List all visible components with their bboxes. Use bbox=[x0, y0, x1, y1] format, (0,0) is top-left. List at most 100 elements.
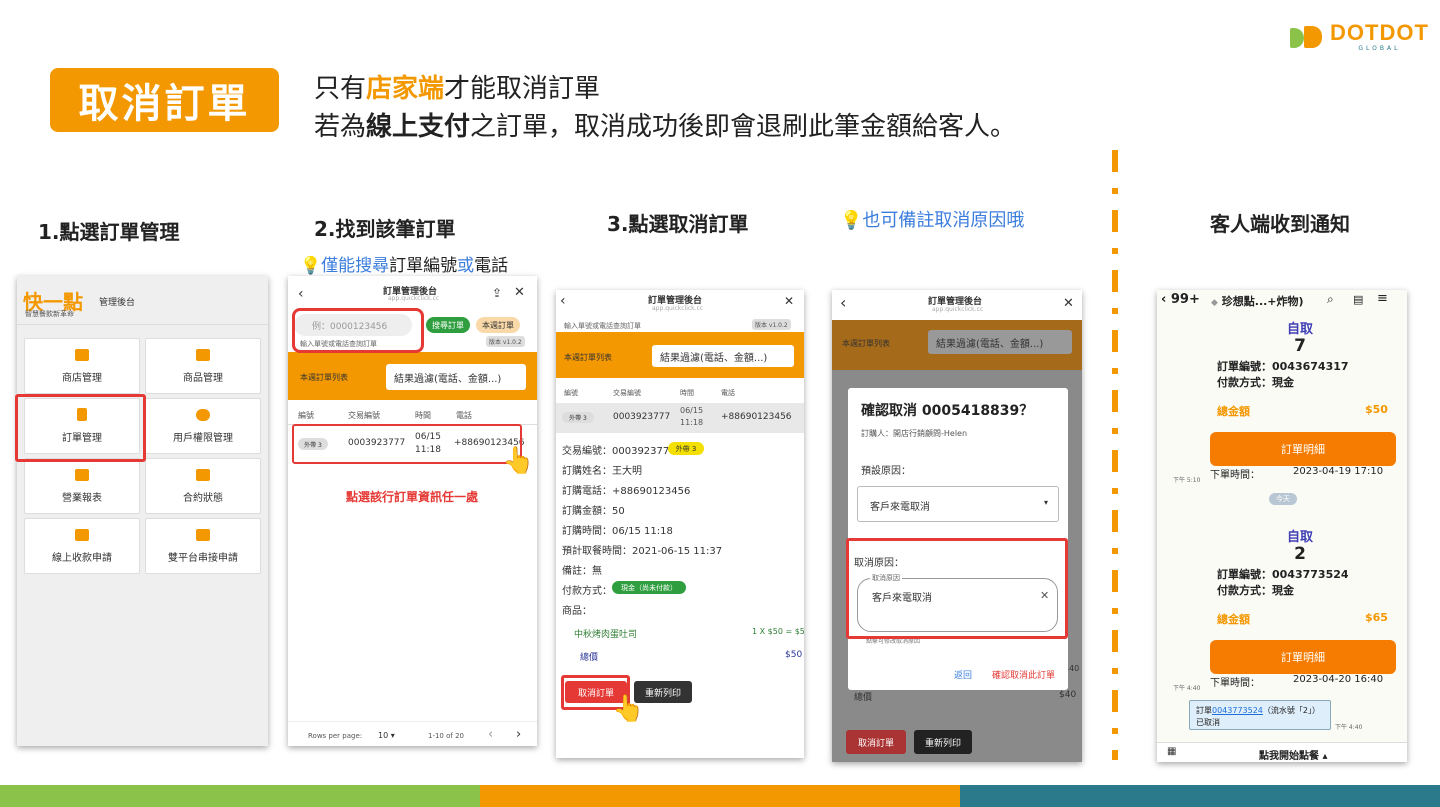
card1-time: 2023-04-19 17:10 bbox=[1293, 466, 1384, 477]
detail-pay-label: 付款方式： bbox=[562, 586, 612, 597]
keyboard-icon[interactable]: ▦ bbox=[1167, 746, 1176, 757]
tap-hand-icon: 👆 bbox=[612, 694, 645, 724]
panel-url: app.quickclick.cc bbox=[932, 306, 984, 313]
close-icon[interactable]: ✕ bbox=[1063, 296, 1074, 311]
detail-pickup: 預計取餐時間：2021-06-15 11:37 bbox=[562, 546, 723, 557]
rows-per-page-label: Rows per page: bbox=[308, 732, 363, 740]
lightbulb-icon: 💡 bbox=[300, 256, 322, 276]
card1-detail-button[interactable]: 訂單明細 bbox=[1210, 432, 1396, 466]
menu-icon[interactable]: ≡ bbox=[1377, 291, 1388, 306]
detail-note: 備註：無 bbox=[562, 566, 602, 577]
total-label: 總價 bbox=[580, 653, 599, 663]
notes-icon[interactable]: ▤ bbox=[1353, 293, 1363, 306]
tile-permissions[interactable]: 用戶權限管理 bbox=[145, 398, 261, 454]
order-tag: 外帶 3 bbox=[562, 412, 594, 423]
order-time: 11:18 bbox=[680, 418, 704, 427]
step-4-hint: 💡也可備註取消原因哦 bbox=[840, 210, 1025, 231]
bg-filter: 結果過濾(電話、金額...) bbox=[928, 330, 1072, 354]
confirm-cancel-button[interactable]: 確認取消此訂單 bbox=[992, 668, 1055, 681]
card1-stamp: 下午 5:10 bbox=[1173, 477, 1201, 484]
detail-txn: 交易編號：0003923777 bbox=[562, 446, 676, 457]
dotdot-logo-icon bbox=[1290, 24, 1324, 50]
tile-online-payment[interactable]: 線上收款申請 bbox=[24, 518, 140, 574]
card1-pay: 付款方式：現金 bbox=[1217, 376, 1294, 389]
col-txn: 交易編號 bbox=[348, 411, 380, 420]
table-row[interactable]: 外帶 3 0003923777 06/15 11:18 +886901234​5… bbox=[556, 403, 804, 433]
total-value: $50 bbox=[785, 650, 803, 660]
screenshot-admin-menu: 快一點 智慧餐飲新革命 管理後台 商店管理 商品管理 訂單管理 用戶權限管理 營… bbox=[17, 276, 268, 746]
rows-per-page-select[interactable]: 10 ▾ bbox=[378, 731, 395, 740]
date-separator: 今天 bbox=[1269, 493, 1297, 505]
tile-dual-platform[interactable]: 雙平台串接申請 bbox=[145, 518, 261, 574]
prev-page-icon[interactable]: ‹ bbox=[488, 727, 493, 742]
close-icon[interactable]: ✕ bbox=[514, 285, 525, 300]
preset-label: 預設原因： bbox=[861, 466, 911, 477]
card2-pay: 付款方式：現金 bbox=[1217, 584, 1294, 597]
card2-type: 自取 bbox=[1286, 530, 1313, 545]
version-badge: 版本 v1.0.2 bbox=[486, 336, 525, 347]
brand-logo: DOTDOT GLOBAL bbox=[1290, 22, 1429, 52]
card1-time-label: 下單時間： bbox=[1210, 470, 1260, 481]
section-divider bbox=[1112, 150, 1118, 760]
chat-title: ◆ 珍想點...+炸物) bbox=[1211, 295, 1304, 308]
step-3-label: 3.點選取消訂單 bbox=[607, 212, 749, 236]
filter-input[interactable]: 結果過濾(電話、金額...) bbox=[386, 364, 526, 390]
card2-number: 2 bbox=[1294, 544, 1306, 564]
back-icon[interactable]: ‹ bbox=[840, 293, 846, 312]
back-icon[interactable]: ‹ bbox=[560, 293, 566, 309]
item-name: 中秋烤肉蛋吐司 bbox=[574, 630, 638, 640]
card2-time-label: 下單時間： bbox=[1210, 678, 1260, 689]
col-id: 編號 bbox=[564, 389, 578, 397]
version-badge: 版本 v1.0.2 bbox=[752, 319, 791, 330]
card2-total-label: 總金額 bbox=[1217, 613, 1250, 626]
panel-url: app.quickclick.cc bbox=[388, 295, 440, 302]
search-icon[interactable]: ⌕ bbox=[1327, 292, 1334, 307]
preset-select[interactable]: 客戶來電取消 ▾ bbox=[857, 486, 1059, 522]
card2-order: 訂單編號：0043773524 bbox=[1217, 568, 1349, 581]
start-order-menu[interactable]: 點我開始點餐 ▴ bbox=[1259, 747, 1328, 762]
highlight-search bbox=[292, 308, 424, 353]
week-orders-button[interactable]: 本週訂單 bbox=[476, 317, 520, 333]
takeout-tag: 外帶 3 bbox=[668, 442, 704, 455]
search-hint: 💡僅能搜尋訂單編號或電話 bbox=[300, 256, 509, 276]
card2-time: 2023-04-20 16:40 bbox=[1293, 674, 1384, 685]
search-help: 輸入單號或電話查詢訂單 bbox=[564, 322, 641, 330]
store-icon bbox=[75, 348, 89, 361]
highlight-orders-tile bbox=[15, 394, 146, 462]
share-icon[interactable]: ⇪ bbox=[492, 286, 502, 300]
highlight-row bbox=[292, 424, 522, 464]
bar-chart-icon bbox=[75, 468, 89, 481]
back-icon[interactable]: ‹ bbox=[298, 286, 304, 302]
list-title: 本週訂單列表 bbox=[564, 353, 612, 362]
page-title: 取消訂單 bbox=[50, 68, 279, 132]
card2-detail-button[interactable]: 訂單明細 bbox=[1210, 640, 1396, 674]
chat-back[interactable]: ‹ 99+ bbox=[1161, 292, 1200, 307]
users-icon bbox=[196, 408, 210, 421]
search-order-button[interactable]: 搜尋訂單 bbox=[426, 317, 470, 333]
notice-order-link[interactable]: 0043773524 bbox=[1212, 706, 1263, 715]
pay-status-tag: 現金（尚未付款） bbox=[612, 581, 686, 594]
notice-stamp: 下午 4:40 bbox=[1335, 724, 1363, 731]
card2-stamp: 下午 4:40 bbox=[1173, 685, 1201, 692]
tile-products[interactable]: 商品管理 bbox=[145, 338, 261, 394]
screenshot-customer-chat: ‹ 99+ ◆ 珍想點...+炸物) ⌕ ▤ ≡ 自取 7 訂單編號：00436… bbox=[1157, 290, 1407, 762]
card1-type: 自取 bbox=[1286, 322, 1313, 337]
col-phone: 電話 bbox=[456, 411, 472, 420]
edit-icon bbox=[196, 528, 210, 541]
footer-bar-green bbox=[0, 785, 480, 807]
close-icon[interactable]: ✕ bbox=[784, 294, 794, 308]
page-range: 1-10 of 20 bbox=[428, 732, 464, 740]
bg-print-button: 重新列印 bbox=[914, 730, 972, 754]
list-title: 本週訂單列表 bbox=[300, 373, 348, 382]
cancel-notice: 訂單0043773524（流水號「2」）已取消 bbox=[1189, 700, 1331, 730]
tile-contract[interactable]: 合約狀態 bbox=[145, 458, 261, 514]
back-button[interactable]: 返回 bbox=[954, 668, 972, 681]
filter-input[interactable]: 結果過濾(電話、金額...) bbox=[652, 345, 794, 367]
step-2-label: 2.找到該筆訂單 bbox=[314, 217, 456, 241]
next-page-icon[interactable]: › bbox=[516, 727, 521, 742]
edit-icon bbox=[75, 528, 89, 541]
col-txn: 交易編號 bbox=[613, 389, 641, 397]
tile-reports[interactable]: 營業報表 bbox=[24, 458, 140, 514]
bg-total-label: 總價 bbox=[854, 693, 873, 703]
tile-store[interactable]: 商店管理 bbox=[24, 338, 140, 394]
